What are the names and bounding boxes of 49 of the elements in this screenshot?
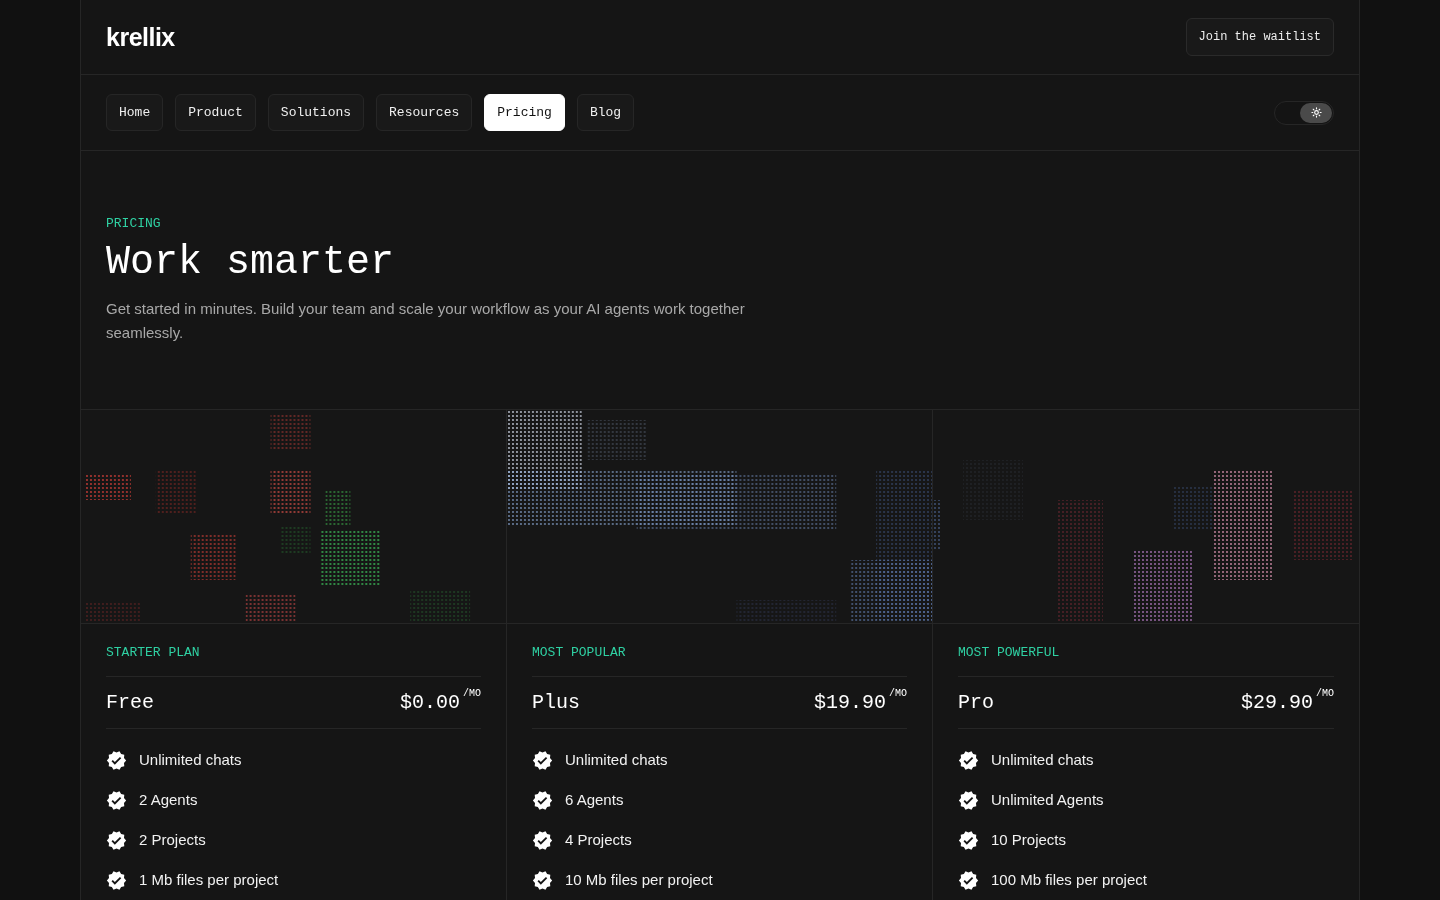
page-description: Get started in minutes. Build your team and scale your workflow as your AI agents work together seamlessly. bbox=[106, 299, 746, 343]
feature-text: Unlimited chats bbox=[565, 750, 668, 770]
feature-text: 1 Mb files per project bbox=[139, 870, 279, 890]
nav-tab[interactable]: Blog bbox=[576, 94, 635, 131]
plan-name: Pro bbox=[958, 689, 994, 716]
feature-text: 6 Agents bbox=[565, 790, 624, 810]
nav-tab[interactable]: Product bbox=[175, 94, 256, 131]
verified-check-icon bbox=[532, 749, 553, 771]
verified-check-icon bbox=[958, 829, 979, 851]
plan-price: $0.00 bbox=[399, 689, 460, 716]
verified-check-icon bbox=[106, 869, 127, 891]
verified-check-icon bbox=[958, 869, 979, 891]
feature-text: 4 Projects bbox=[565, 830, 632, 850]
feature-text: 100 Mb files per project bbox=[991, 870, 1147, 890]
nav-tab[interactable]: Home bbox=[106, 94, 164, 131]
theme-toggle[interactable] bbox=[1274, 100, 1334, 125]
nav-tab[interactable]: Resources bbox=[376, 94, 473, 131]
verified-check-icon bbox=[532, 789, 553, 811]
verified-check-icon bbox=[106, 829, 127, 851]
plan-tag: MOST POWERFUL bbox=[958, 643, 1060, 663]
nav-tab[interactable]: Pricing bbox=[484, 94, 565, 131]
verified-check-icon bbox=[106, 789, 127, 811]
verified-check-icon bbox=[532, 829, 553, 851]
logo[interactable]: krellix bbox=[106, 24, 175, 50]
sun-icon bbox=[1310, 107, 1322, 118]
verified-check-icon bbox=[106, 749, 127, 771]
feature-text: 2 Projects bbox=[139, 830, 206, 850]
plan-price: $19.90 bbox=[813, 689, 886, 716]
verified-check-icon bbox=[958, 789, 979, 811]
verified-check-icon bbox=[958, 749, 979, 771]
section-eyebrow: PRICING bbox=[106, 215, 161, 233]
feature-text: Unlimited chats bbox=[139, 750, 242, 770]
price-period: /MO bbox=[463, 687, 481, 700]
nav-tab[interactable]: Solutions bbox=[267, 94, 365, 131]
verified-check-icon bbox=[532, 869, 553, 891]
plan-tag: MOST POPULAR bbox=[532, 643, 626, 663]
plan-name: Free bbox=[106, 689, 154, 716]
feature-text: Unlimited Agents bbox=[991, 790, 1104, 810]
waitlist-button[interactable]: Join the waitlist bbox=[1185, 18, 1334, 56]
plan-tag: STARTER PLAN bbox=[106, 643, 200, 663]
page-heading: Work smarter bbox=[106, 239, 395, 287]
feature-text: 10 Projects bbox=[991, 830, 1067, 850]
feature-text: Unlimited chats bbox=[991, 750, 1094, 770]
feature-text: 2 Agents bbox=[139, 790, 198, 810]
plan-price: $29.90 bbox=[1240, 689, 1313, 716]
price-period: /MO bbox=[1316, 687, 1334, 700]
plan-name: Plus bbox=[532, 689, 580, 716]
feature-text: 10 Mb files per project bbox=[565, 870, 713, 890]
price-period: /MO bbox=[889, 687, 907, 700]
